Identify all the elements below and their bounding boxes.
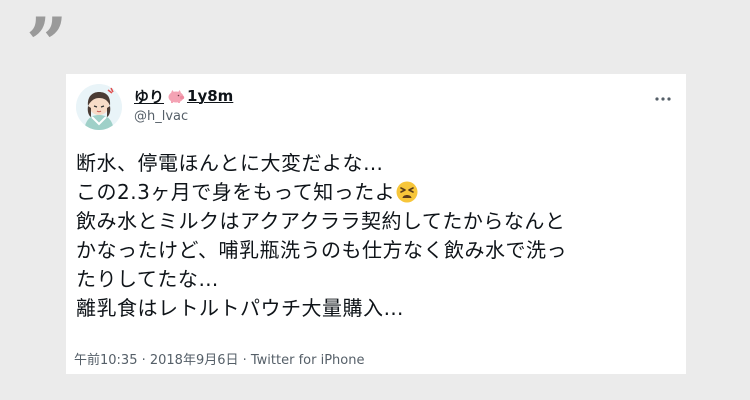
tweet-time-link[interactable]: 1y8m — [187, 87, 233, 105]
tweet-timestamp-footer[interactable]: 午前10:35 · 2018年9月6日 · Twitter for iPhone — [74, 349, 364, 368]
display-name[interactable]: ゆり — [134, 86, 164, 107]
tired-face-emoji-icon — [396, 181, 418, 203]
more-horizontal-icon[interactable] — [654, 88, 672, 101]
user-handle[interactable]: @h_lvac — [134, 109, 188, 124]
tweet-text: 断水、停電ほんとに大変だよな… この2.3ヶ月で身をもって知ったよ 飲み水とミル… — [76, 149, 681, 323]
quote-mark-icon: ” — [26, 1, 67, 86]
author-line: ゆり 1y8m — [134, 86, 233, 107]
tweet-line: 断水、停電ほんとに大変だよな… — [76, 151, 384, 175]
tweet-line: この2.3ヶ月で身をもって知ったよ — [76, 178, 681, 207]
tweet-line: 離乳食はレトルトパウチ大量購入… — [76, 296, 404, 320]
tweet-card: ゆり 1y8m @h_lvac 断水、停電ほんとに大変だよな… この2.3ヶ月で… — [66, 74, 686, 374]
tweet-line: たりしてたな… — [76, 267, 219, 291]
avatar[interactable] — [76, 84, 122, 130]
tweet-line: かなったけど、哺乳瓶洗うのも仕方なく飲み水で洗っ — [76, 238, 567, 262]
pig-icon — [167, 89, 185, 103]
tweet-line: 飲み水とミルクはアクアクララ契約してたからなんと — [76, 209, 566, 233]
